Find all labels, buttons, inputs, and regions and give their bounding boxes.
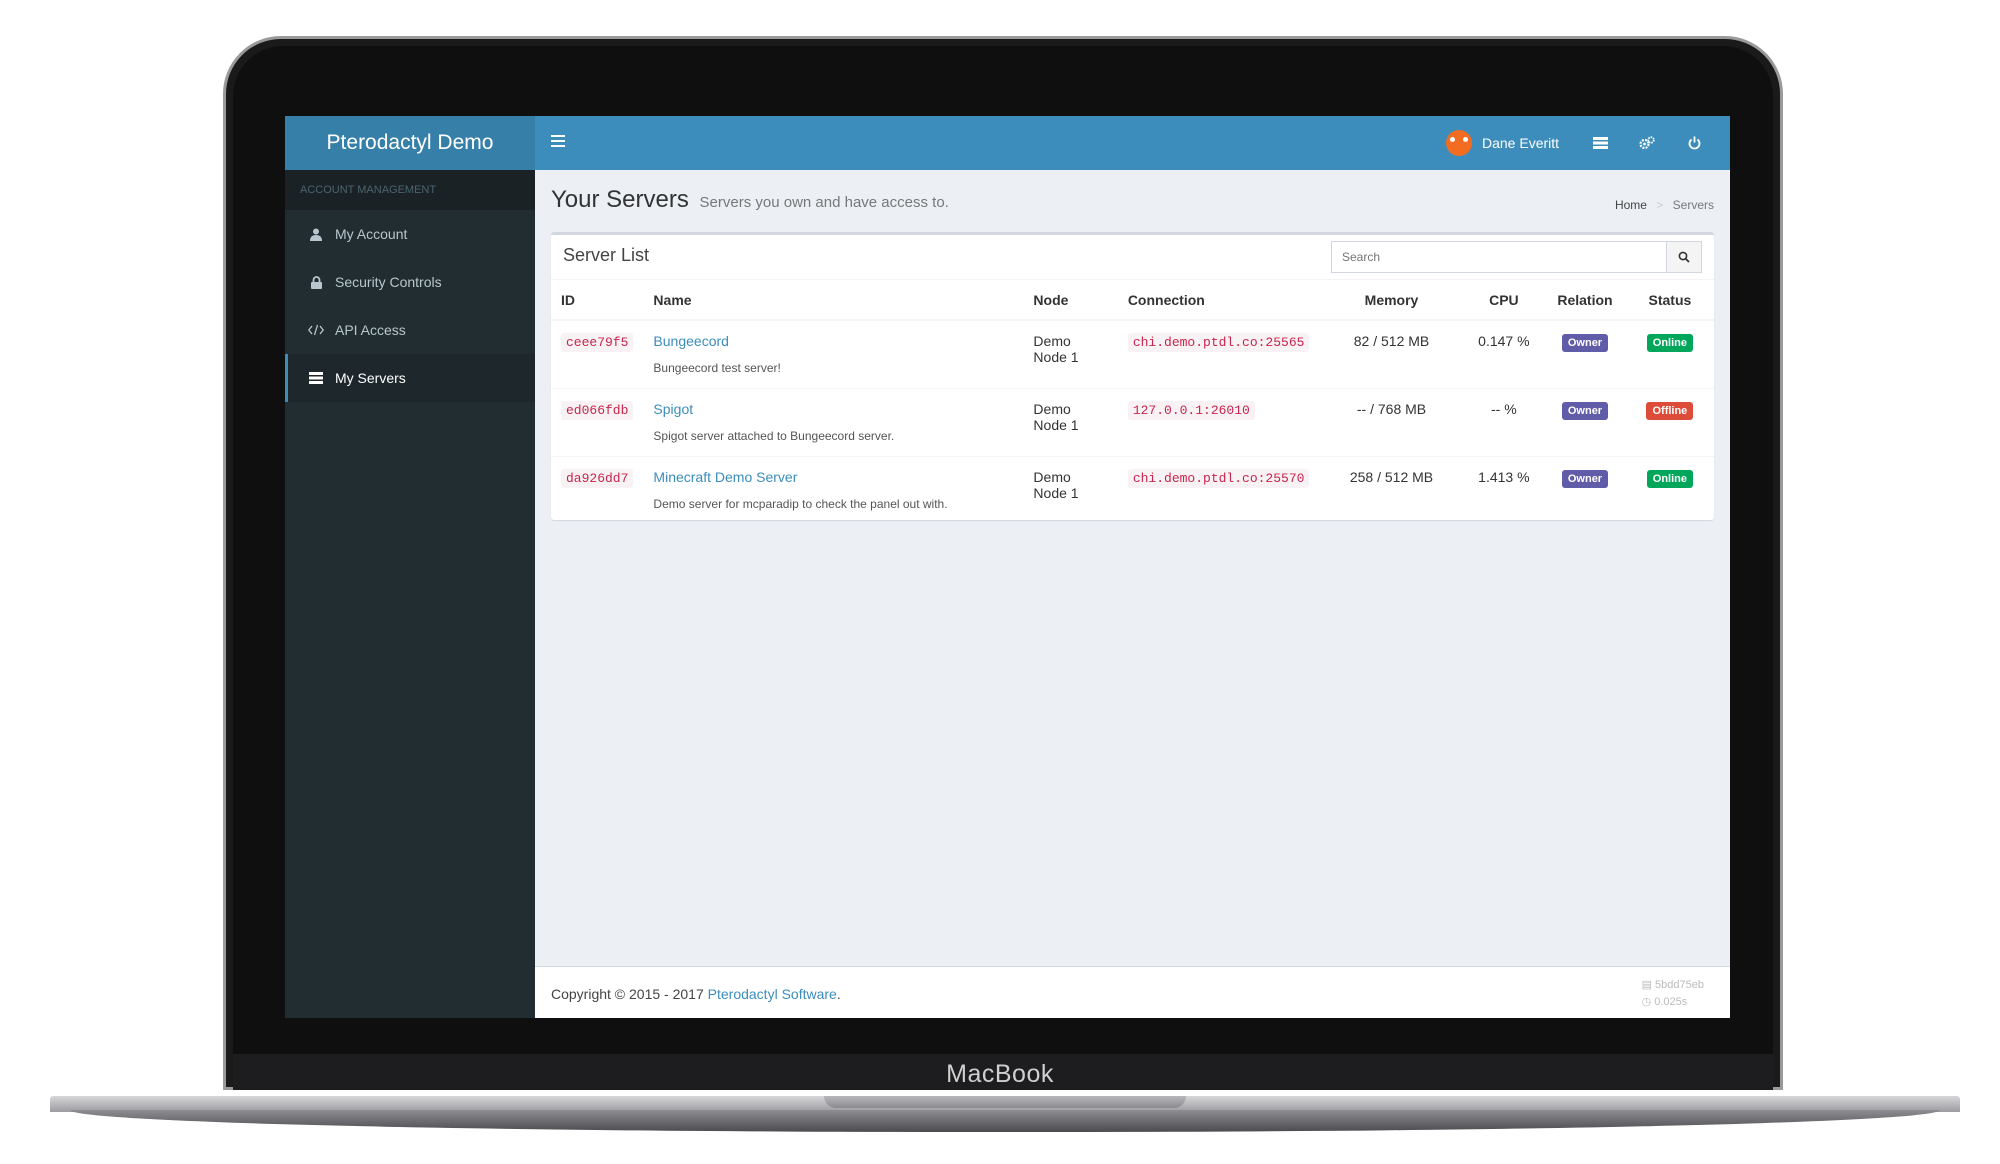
server-id: ed066fdb — [561, 400, 634, 420]
column-header-relation[interactable]: Relation — [1544, 280, 1626, 321]
lock-icon — [303, 275, 329, 289]
relation-badge: Owner — [1561, 469, 1609, 488]
sidebar-item-label: Security Controls — [335, 274, 442, 290]
page-title-text: Your Servers — [551, 186, 689, 213]
server-icon — [303, 372, 329, 384]
app-logo[interactable]: Pterodactyl Demo — [285, 116, 535, 170]
server-node: Demo Node 1 — [1023, 319, 1118, 388]
server-node: Demo Node 1 — [1023, 387, 1118, 456]
laptop-notch — [824, 1096, 1186, 1108]
copyright: Copyright © 2015 - 2017 Pterodactyl Soft… — [551, 986, 841, 1002]
server-memory: 258 / 512 MB — [1319, 455, 1464, 524]
page-footer: Copyright © 2015 - 2017 Pterodactyl Soft… — [535, 966, 1730, 1018]
server-icon[interactable] — [1585, 116, 1615, 170]
server-name-link[interactable]: Spigot — [653, 401, 693, 417]
server-connection: 127.0.0.1:26010 — [1127, 400, 1255, 420]
search-input[interactable] — [1331, 241, 1667, 273]
breadcrumb-current: Servers — [1672, 198, 1714, 212]
laptop-base-bottom — [70, 1110, 1940, 1132]
table-header-row: ID Name Node Connection Memory CPU Relat… — [551, 280, 1714, 321]
sidebar-item-my-servers[interactable]: My Servers — [285, 354, 535, 402]
commit-hash: 5bdd75eb — [1655, 979, 1704, 991]
relation-badge: Owner — [1561, 334, 1609, 352]
server-connection: chi.demo.ptdl.co:25565 — [1127, 333, 1310, 352]
table-row[interactable]: da926dd7 Minecraft Demo Server Demo serve… — [551, 455, 1714, 524]
sidebar-item-security-controls[interactable]: Security Controls — [285, 258, 535, 306]
search-icon — [1678, 251, 1690, 263]
table-row[interactable]: ed066fdb Spigot Spigot server attached to… — [551, 387, 1714, 456]
power-icon[interactable] — [1679, 116, 1709, 170]
table-row[interactable]: ceee79f5 Bungeecord Bungeecord test serve… — [551, 319, 1714, 388]
column-header-id[interactable]: ID — [551, 280, 644, 321]
server-cpu: 0.147 % — [1463, 319, 1545, 388]
commit-icon: ▤ — [1641, 979, 1652, 991]
screen: Pterodactyl Demo Account Management My A… — [285, 116, 1730, 1018]
server-description: Spigot server attached to Bungeecord ser… — [653, 428, 895, 443]
avatar — [1446, 130, 1472, 156]
laptop-brand: MacBook — [946, 1060, 1054, 1088]
sidebar-item-my-account[interactable]: My Account — [285, 210, 535, 258]
code-icon — [303, 324, 329, 336]
copyright-suffix: . — [836, 986, 841, 1002]
sidebar-header: Account Management — [285, 170, 535, 210]
column-header-status[interactable]: Status — [1625, 280, 1714, 321]
user-icon — [303, 228, 329, 241]
top-navbar: Dane Everitt — [535, 116, 1730, 170]
server-id: ceee79f5 — [561, 333, 634, 352]
server-cpu: 1.413 % — [1463, 455, 1545, 524]
render-time: 0.025s — [1654, 996, 1688, 1008]
pterodactyl-software-link[interactable]: Pterodactyl Software — [708, 986, 837, 1002]
page-subtitle: Servers you own and have access to. — [699, 194, 949, 211]
server-list-box: Server List ID Name Node — [551, 232, 1714, 524]
user-name: Dane Everitt — [1482, 135, 1560, 151]
server-connection: chi.demo.ptdl.co:25570 — [1127, 468, 1310, 488]
sidebar-item-label: My Account — [335, 226, 408, 242]
server-name-link[interactable]: Bungeecord — [653, 333, 729, 349]
clock-icon: ◷ — [1641, 996, 1652, 1008]
server-cpu: -- % — [1463, 387, 1545, 456]
column-header-memory[interactable]: Memory — [1319, 280, 1464, 321]
copyright-text: Copyright © 2015 - 2017 — [551, 986, 708, 1002]
relation-badge: Owner — [1561, 401, 1609, 420]
column-header-node[interactable]: Node — [1023, 280, 1118, 321]
server-description: Bungeecord test server! — [653, 361, 781, 375]
build-meta: ▤ 5bdd75eb ◷ 0.025s — [1642, 977, 1704, 1011]
server-memory: -- / 768 MB — [1319, 387, 1464, 456]
search-button[interactable] — [1666, 241, 1702, 273]
sidebar: Pterodactyl Demo Account Management My A… — [285, 116, 535, 1018]
main-content: Your Servers Servers you own and have ac… — [535, 170, 1730, 966]
server-description: Demo server for mcparadip to check the p… — [653, 496, 948, 511]
server-node: Demo Node 1 — [1023, 455, 1118, 524]
status-badge: Offline — [1646, 401, 1694, 420]
column-header-connection[interactable]: Connection — [1117, 280, 1320, 321]
page-title: Your Servers Servers you own and have ac… — [551, 186, 949, 214]
server-id: da926dd7 — [561, 468, 634, 488]
server-table: ID Name Node Connection Memory CPU Relat… — [551, 280, 1714, 524]
user-menu[interactable]: Dane Everitt — [1446, 116, 1559, 170]
column-header-name[interactable]: Name — [643, 280, 1024, 321]
breadcrumb-home[interactable]: Home — [1615, 198, 1647, 212]
menu-toggle-icon[interactable] — [551, 135, 565, 149]
sidebar-item-label: API Access — [335, 322, 406, 338]
sidebar-item-label: My Servers — [335, 370, 406, 386]
column-header-cpu[interactable]: CPU — [1463, 280, 1545, 321]
server-name-link[interactable]: Minecraft Demo Server — [653, 469, 797, 485]
sidebar-item-api-access[interactable]: API Access — [285, 306, 535, 354]
server-list-title: Server List — [563, 245, 650, 265]
status-badge: Online — [1646, 334, 1694, 352]
breadcrumb: Home > Servers — [1614, 198, 1714, 212]
server-memory: 82 / 512 MB — [1319, 319, 1464, 388]
gears-icon[interactable] — [1632, 116, 1662, 170]
status-badge: Online — [1646, 469, 1694, 488]
